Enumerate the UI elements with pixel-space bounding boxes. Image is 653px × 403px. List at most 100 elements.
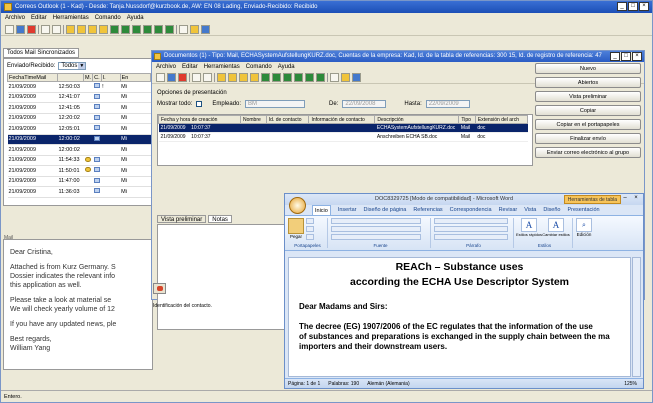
column-header[interactable]: Nombre	[240, 115, 267, 124]
new-doc-icon[interactable]	[5, 25, 14, 34]
table-row[interactable]: 21/09/2009 12:05:01 Mi	[7, 123, 151, 135]
tab-layout[interactable]: Presentación	[567, 205, 599, 215]
table-row[interactable]: 21/09/2009 11:54:33 Mi	[7, 155, 151, 166]
filter-select[interactable]: Todos ▼	[58, 62, 87, 70]
tab-notes[interactable]: Notas	[208, 215, 232, 223]
print-icon[interactable]	[41, 25, 50, 34]
maximize-button[interactable]: □	[628, 2, 638, 11]
font-format-buttons[interactable]	[331, 226, 421, 232]
filter-icon[interactable]	[217, 73, 226, 82]
prev-record-icon[interactable]	[132, 25, 141, 34]
save-icon[interactable]	[167, 73, 176, 82]
status-words[interactable]: Palabras: 190	[328, 379, 359, 388]
find-icon[interactable]: ⌕	[576, 218, 592, 232]
last-record-icon[interactable]	[316, 73, 325, 82]
change-styles-icon[interactable]: A	[548, 218, 564, 232]
next-page-icon[interactable]	[154, 25, 163, 34]
filter-clear-icon[interactable]	[99, 25, 108, 34]
next-record-icon[interactable]	[294, 73, 303, 82]
refresh-icon[interactable]	[179, 25, 188, 34]
last-record-icon[interactable]	[165, 25, 174, 34]
tab-mailings[interactable]: Correspondencia	[450, 205, 492, 215]
status-page[interactable]: Página: 1 de 1	[288, 379, 320, 388]
zoom-level[interactable]: 125%	[624, 379, 643, 388]
finish-send-button[interactable]: Finalizar envío	[535, 133, 641, 144]
list-buttons[interactable]	[434, 218, 508, 224]
menu-comando[interactable]: Comando	[246, 62, 272, 72]
filter-add-icon[interactable]	[228, 73, 237, 82]
menu-archivo[interactable]: Archivo	[5, 13, 25, 23]
filter-remove-icon[interactable]	[88, 25, 97, 34]
table-row[interactable]: 21/09/2009 11:50:01 Mi	[7, 165, 151, 177]
prev-page-icon[interactable]	[121, 25, 130, 34]
preview-icon[interactable]	[203, 73, 212, 82]
office-button-icon[interactable]	[289, 197, 306, 214]
column-header[interactable]: Descripción	[374, 115, 460, 124]
next-page-icon[interactable]	[305, 73, 314, 82]
menu-editar[interactable]: Editar	[31, 13, 47, 23]
tab-design[interactable]: Diseño	[543, 205, 560, 215]
filter-icon[interactable]	[66, 25, 75, 34]
tab-all-synced-mail[interactable]: Todos Mail Sincronizados	[3, 48, 80, 58]
column-header[interactable]: I.	[100, 73, 121, 82]
column-header[interactable]: Id. de contacto	[265, 115, 310, 124]
filter-remove-icon[interactable]	[239, 73, 248, 82]
menu-ayuda[interactable]: Ayuda	[127, 13, 144, 23]
copy-to-clipboard-button[interactable]: Copiar en el portapapeles	[535, 119, 641, 130]
table-row-selected[interactable]: 21/09/2009 10:07:37 ECHASystemAufstellun…	[158, 123, 528, 133]
mail-body-pane[interactable]: Dear Cristina, Attached is from Kurz Ger…	[3, 239, 153, 370]
filter-clear-icon[interactable]	[250, 73, 259, 82]
filter-add-icon[interactable]	[77, 25, 86, 34]
close-button[interactable]: ×	[639, 2, 649, 11]
tab-review[interactable]: Revisar	[499, 205, 518, 215]
delete-icon[interactable]	[27, 25, 36, 34]
table-row[interactable]: 21/09/2009 12:20:02 Mi	[7, 113, 151, 124]
column-header[interactable]: En	[119, 73, 152, 82]
help-icon[interactable]	[352, 73, 361, 82]
help-icon[interactable]	[201, 25, 210, 34]
show-all-checkbox[interactable]	[196, 101, 203, 107]
delete-icon[interactable]	[178, 73, 187, 82]
word-document-page[interactable]: REACh – Substance uses according the ECH…	[288, 257, 631, 377]
refresh-icon[interactable]	[330, 73, 339, 82]
paste-icon[interactable]	[288, 218, 304, 234]
column-header[interactable]: Tipo	[458, 115, 476, 124]
prev-page-icon[interactable]	[272, 73, 281, 82]
copy-button[interactable]: Copiar	[535, 105, 641, 116]
minimize-button[interactable]: _	[610, 52, 620, 61]
contact-icon[interactable]	[153, 283, 166, 294]
notes-pane[interactable]	[157, 224, 287, 330]
font-color-buttons[interactable]	[331, 234, 421, 240]
column-header[interactable]	[57, 73, 84, 82]
employee-field[interactable]: BM	[245, 100, 306, 108]
tab-preview[interactable]: Vista preliminar	[157, 215, 207, 223]
menu-herramientas[interactable]: Herramientas	[204, 62, 240, 72]
print-icon[interactable]	[192, 73, 201, 82]
column-header[interactable]: Fecha y hora de creación	[158, 115, 241, 124]
font-name-select[interactable]	[331, 218, 421, 224]
first-record-icon[interactable]	[110, 25, 119, 34]
close-button[interactable]: ×	[631, 195, 641, 204]
column-header[interactable]: FechaTimeMail	[7, 73, 58, 82]
tab-references[interactable]: Referencias	[413, 205, 442, 215]
first-record-icon[interactable]	[261, 73, 270, 82]
quick-styles-icon[interactable]: A	[521, 218, 537, 232]
from-date-field[interactable]: 22/09/2008	[342, 100, 387, 108]
new-doc-icon[interactable]	[156, 73, 165, 82]
column-header[interactable]: Extensión del arch	[474, 115, 529, 124]
menu-comando[interactable]: Comando	[95, 13, 121, 23]
preview-button[interactable]: Vista preliminar	[535, 91, 641, 102]
status-language[interactable]: Alemán (Alemania)	[367, 379, 410, 388]
new-button[interactable]: Nuevo	[535, 63, 641, 74]
menu-archivo[interactable]: Archivo	[156, 62, 176, 72]
table-row[interactable]: 21/09/2009 11:47:00 Mi	[7, 176, 151, 187]
column-header[interactable]: M.	[82, 73, 94, 82]
menu-ayuda[interactable]: Ayuda	[278, 62, 295, 72]
minimize-button[interactable]: _	[617, 2, 627, 11]
align-buttons[interactable]	[434, 226, 508, 232]
table-row-selected[interactable]: 21/09/2009 12:00:02 Mi	[7, 134, 151, 145]
table-row[interactable]: 21/09/2009 12:41:07 Mi	[7, 92, 151, 103]
minimize-button[interactable]: –	[620, 195, 630, 204]
column-header[interactable]: C.	[92, 73, 102, 82]
save-icon[interactable]	[16, 25, 25, 34]
